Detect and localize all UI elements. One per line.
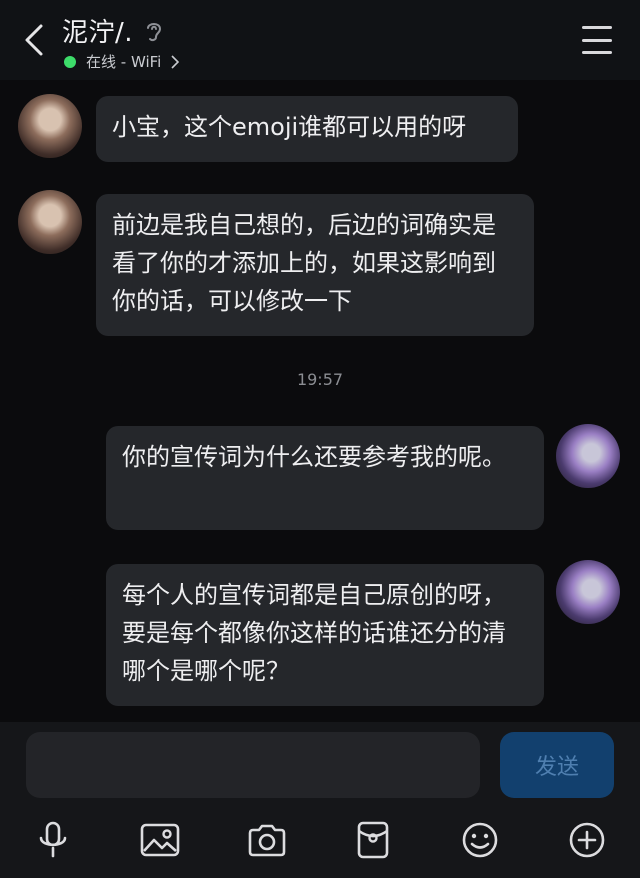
contact-title[interactable]: 泥泞/. bbox=[62, 12, 163, 49]
more-button[interactable] bbox=[563, 816, 611, 864]
message-input[interactable] bbox=[26, 732, 480, 798]
status-text: 在线 - WiFi bbox=[86, 53, 162, 71]
send-button[interactable]: 发送 bbox=[500, 732, 614, 798]
avatar[interactable] bbox=[18, 190, 82, 254]
timestamp: 19:57 bbox=[296, 370, 344, 389]
chevron-left-icon bbox=[25, 24, 43, 56]
message-text: 每个人的宣传词都是自己原创的呀，要是每个都像你这样的话谁还分的清哪个是哪个呢？ bbox=[122, 581, 506, 685]
message-bubble[interactable]: 小宝，这个emoji谁都可以用的呀 bbox=[96, 96, 518, 162]
menu-icon bbox=[582, 26, 612, 29]
avatar[interactable] bbox=[18, 94, 82, 158]
voice-button[interactable] bbox=[29, 816, 77, 864]
ear-icon bbox=[145, 20, 163, 42]
microphone-icon bbox=[39, 821, 67, 858]
image-button[interactable] bbox=[136, 816, 184, 864]
message-bubble[interactable]: 你的宣传词为什么还要参考我的呢。 bbox=[106, 426, 544, 530]
message-bubble[interactable]: 前边是我自己想的，后边的词确实是看了你的才添加上的，如果这影响到你的话，可以修改… bbox=[96, 194, 534, 336]
bottom-toolbar bbox=[0, 808, 640, 878]
back-button[interactable] bbox=[14, 20, 54, 60]
contact-name: 泥泞/. bbox=[62, 18, 134, 48]
message-bubble[interactable]: 每个人的宣传词都是自己原创的呀，要是每个都像你这样的话谁还分的清哪个是哪个呢？ bbox=[106, 564, 544, 706]
emoji-icon bbox=[462, 822, 498, 858]
message-text: 你的宣传词为什么还要参考我的呢。 bbox=[122, 443, 506, 471]
plus-icon bbox=[569, 822, 605, 858]
chat-header: 泥泞/. 在线 - WiFi bbox=[0, 0, 640, 80]
chevron-right-icon bbox=[171, 54, 180, 69]
red-packet-icon bbox=[357, 821, 389, 859]
message-text: 小宝，这个emoji谁都可以用的呀 bbox=[112, 113, 467, 141]
emoji-button[interactable] bbox=[456, 816, 504, 864]
red-packet-button[interactable] bbox=[349, 816, 397, 864]
menu-button[interactable] bbox=[582, 26, 612, 54]
online-dot-icon bbox=[64, 55, 76, 68]
camera-button[interactable] bbox=[243, 816, 291, 864]
message-list[interactable]: 小宝，这个emoji谁都可以用的呀 前边是我自己想的，后边的词确实是看了你的才添… bbox=[0, 80, 640, 722]
avatar[interactable] bbox=[556, 560, 620, 624]
input-bar: 发送 bbox=[0, 722, 640, 808]
message-text: 前边是我自己想的，后边的词确实是看了你的才添加上的，如果这影响到你的话，可以修改… bbox=[112, 211, 496, 315]
image-icon bbox=[140, 823, 180, 857]
camera-icon bbox=[248, 824, 286, 857]
online-status[interactable]: 在线 - WiFi bbox=[64, 51, 180, 72]
avatar[interactable] bbox=[556, 424, 620, 488]
